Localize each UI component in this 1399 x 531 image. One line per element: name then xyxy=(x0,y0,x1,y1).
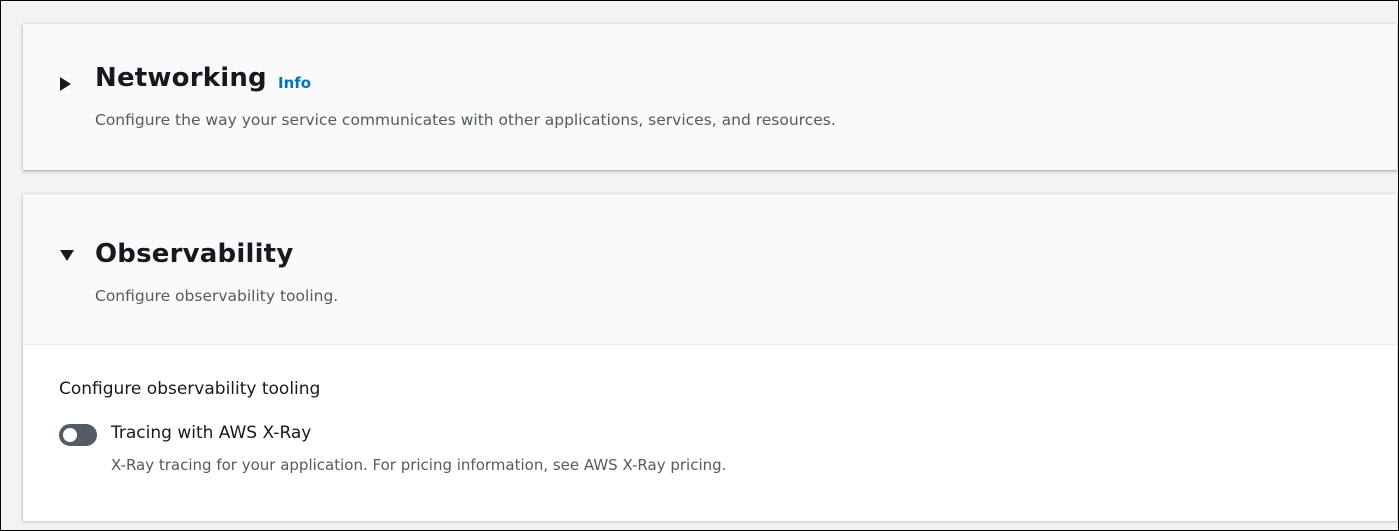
xray-tracing-label[interactable]: Tracing with AWS X-Ray xyxy=(111,423,311,443)
observability-title[interactable]: Observability xyxy=(95,239,293,269)
observability-section-label: Configure observability tooling xyxy=(59,379,321,399)
xray-tracing-toggle[interactable] xyxy=(59,424,97,446)
caret-down-icon[interactable] xyxy=(60,250,74,261)
networking-title[interactable]: Networking xyxy=(95,63,267,93)
toggle-knob xyxy=(63,428,77,442)
networking-description: Configure the way your service communica… xyxy=(95,111,836,129)
observability-panel: Observability Configure observability to… xyxy=(23,194,1397,521)
xray-tracing-description: X-Ray tracing for your application. For … xyxy=(111,456,727,474)
networking-panel: Networking Info Configure the way your s… xyxy=(23,24,1397,170)
networking-info-link[interactable]: Info xyxy=(278,74,311,92)
observability-content: Configure observability tooling Tracing … xyxy=(23,344,1397,521)
caret-right-icon[interactable] xyxy=(60,77,71,91)
observability-description: Configure observability tooling. xyxy=(95,287,339,305)
